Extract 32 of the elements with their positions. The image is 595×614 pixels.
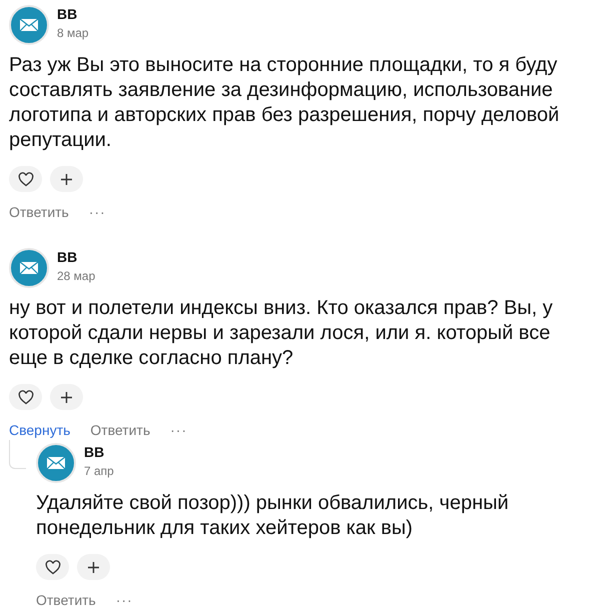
more-button[interactable]: ··· xyxy=(88,204,106,220)
comment-text: ну вот и полетели индексы вниз. Кто оказался прав? Вы, у которой сдали нервы и зарезали лося, или я. который все еще в сделке согласно плану? xyxy=(9,296,554,371)
collapse-link[interactable]: Свернуть xyxy=(9,422,70,438)
heart-icon xyxy=(18,390,34,404)
comment-text: Раз уж Вы это выносите на сторонние площадки, то я буду составлять заявление за дезинформацию, использование логотипа и авторских прав без разрешения, порчу деловой репутации. xyxy=(9,53,560,153)
reply-link[interactable]: Ответить xyxy=(9,204,69,220)
comment-text: Удаляйте свой позор))) рынки обвалились, черный понедельник для таких хейтеров как вы) xyxy=(36,491,510,541)
author-name: BB xyxy=(57,249,78,265)
heart-icon xyxy=(44,560,60,574)
reply-link[interactable]: Ответить xyxy=(90,422,150,438)
author-name: BB xyxy=(57,6,78,22)
more-button[interactable]: ··· xyxy=(116,592,133,608)
reply-link[interactable]: Ответить xyxy=(36,592,96,608)
like-button[interactable] xyxy=(9,384,42,410)
avatar-icon xyxy=(9,248,49,288)
plus-icon xyxy=(61,392,72,402)
thread-line xyxy=(9,440,26,469)
comment-date: 8 мар xyxy=(57,26,89,40)
author-name: BB xyxy=(84,444,106,460)
heart-icon xyxy=(18,172,34,186)
add-reaction-button[interactable] xyxy=(50,166,83,192)
more-button[interactable]: ··· xyxy=(170,422,188,438)
plus-icon xyxy=(88,562,99,572)
add-reaction-button[interactable] xyxy=(50,384,83,410)
comment-date: 7 апр xyxy=(84,464,114,478)
comment-date: 28 мар xyxy=(57,269,96,283)
avatar-icon xyxy=(9,5,49,45)
add-reaction-button[interactable] xyxy=(77,554,110,580)
like-button[interactable] xyxy=(9,166,42,192)
like-button[interactable] xyxy=(36,554,69,580)
plus-icon xyxy=(61,174,72,184)
avatar-icon xyxy=(36,443,76,483)
